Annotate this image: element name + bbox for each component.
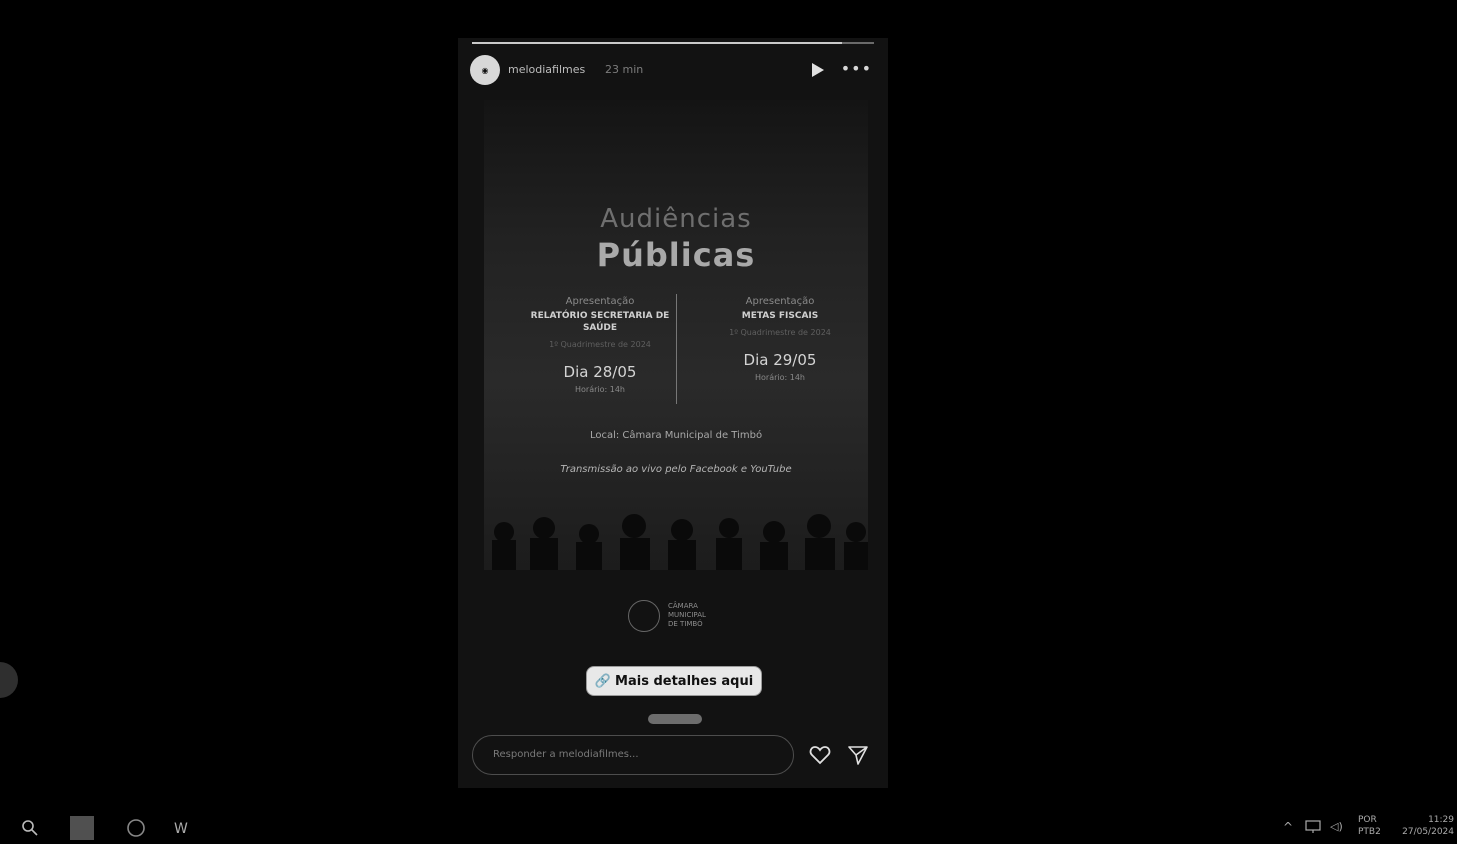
search-icon[interactable] bbox=[20, 818, 40, 838]
poster-title-line1: Audiências bbox=[600, 204, 752, 234]
svg-text:W: W bbox=[174, 821, 188, 837]
poster-title-line2: Públicas bbox=[596, 236, 756, 274]
screen: ◉ melodiafilmes 23 min ••• Audiências Pú… bbox=[0, 0, 1457, 844]
heart-icon[interactable] bbox=[808, 743, 832, 767]
story-viewer: ◉ melodiafilmes 23 min ••• Audiências Pú… bbox=[458, 38, 888, 788]
right-hour: Horário: 14h bbox=[755, 373, 805, 382]
right-date: Dia 29/05 bbox=[743, 351, 817, 369]
task-view-icon[interactable] bbox=[70, 816, 94, 840]
right-heading: METAS FISCAIS bbox=[741, 311, 819, 321]
previous-story-button[interactable] bbox=[0, 662, 18, 698]
link-sticker-button[interactable]: 🔗 Mais detalhes aqui bbox=[586, 666, 762, 696]
tray-chevron-icon[interactable]: ^ bbox=[1283, 820, 1293, 834]
poster-right-column: Apresentação METAS FISCAIS 1º Quadrimest… bbox=[700, 296, 860, 382]
more-icon[interactable]: ••• bbox=[841, 59, 872, 78]
sticker-pill bbox=[648, 714, 702, 724]
left-heading: RELATÓRIO SECRETARIA DE SAÚDE bbox=[530, 311, 670, 333]
word-icon[interactable]: W bbox=[170, 816, 194, 840]
story-header: ◉ melodiafilmes 23 min ••• bbox=[470, 55, 876, 85]
browser-icon[interactable] bbox=[124, 816, 148, 840]
reply-input[interactable]: Responder a melodiafilmes... bbox=[472, 735, 794, 775]
right-sub: 1º Quadrimestre de 2024 bbox=[729, 328, 831, 337]
left-sub: 1º Quadrimestre de 2024 bbox=[549, 340, 651, 349]
crowd-silhouette bbox=[492, 514, 868, 570]
link-sticker-label: Mais detalhes aqui bbox=[615, 673, 754, 689]
story-username[interactable]: melodiafilmes bbox=[508, 63, 585, 76]
poster-transmit: Transmissão ao vivo pelo Facebook e YouT… bbox=[560, 464, 792, 475]
story-time: 23 min bbox=[605, 63, 644, 76]
play-icon[interactable] bbox=[808, 61, 826, 79]
left-kicker: Apresentação bbox=[565, 296, 635, 307]
right-kicker: Apresentação bbox=[745, 296, 815, 307]
story-progress-fill bbox=[472, 42, 842, 44]
camara-logo: CÂMARA MUNICIPAL DE TIMBÓ bbox=[628, 596, 738, 640]
logo-emblem bbox=[628, 600, 660, 632]
network-icon[interactable] bbox=[1305, 820, 1321, 834]
left-hour: Horário: 14h bbox=[575, 385, 625, 394]
send-icon[interactable] bbox=[846, 743, 870, 767]
clock[interactable]: 11:29 27/05/2024 bbox=[1398, 814, 1454, 838]
poster-left-column: Apresentação RELATÓRIO SECRETARIA DE SAÚ… bbox=[520, 296, 680, 394]
poster-divider bbox=[676, 294, 677, 404]
link-icon: 🔗 bbox=[594, 673, 612, 689]
language-indicator[interactable]: POR PTB2 bbox=[1358, 814, 1381, 838]
poster-local: Local: Câmara Municipal de Timbó bbox=[589, 430, 763, 441]
story-image: Audiências Públicas Apresentação RELATÓR… bbox=[484, 100, 868, 570]
story-progress-bar bbox=[472, 42, 874, 44]
avatar[interactable]: ◉ bbox=[470, 55, 500, 85]
taskbar: W ^ ◁) POR PTB2 11:29 27/05/2024 bbox=[0, 808, 1457, 844]
volume-icon[interactable]: ◁) bbox=[1330, 820, 1343, 833]
left-date: Dia 28/05 bbox=[563, 363, 637, 381]
logo-text: CÂMARA MUNICIPAL DE TIMBÓ bbox=[668, 602, 706, 628]
